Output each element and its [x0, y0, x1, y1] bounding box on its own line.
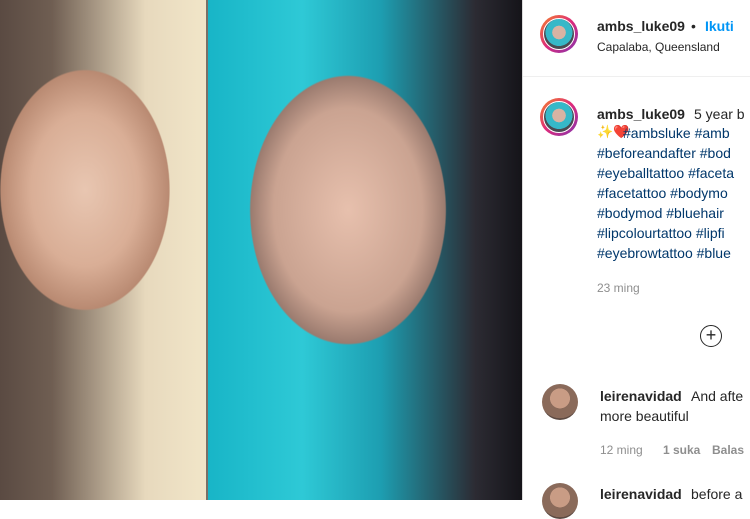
caption-time[interactable]: 23 ming: [597, 281, 640, 295]
caption-hashtags-line[interactable]: #beforeandafter #bod: [597, 145, 731, 161]
profile-avatar[interactable]: [540, 15, 578, 53]
caption-hashtags-line[interactable]: #bodymod #bluehair: [597, 205, 724, 221]
comment-text: And afte: [691, 388, 744, 404]
header-username[interactable]: ambs_luke09: [597, 18, 685, 34]
comment-text-cont: more beautiful: [600, 408, 689, 424]
after-photo: [208, 0, 522, 500]
post-header: ambs_luke09 • Ikuti Capalaba, Queensland: [523, 0, 750, 77]
reply-button[interactable]: Balas: [712, 443, 744, 457]
post-side-panel: ambs_luke09 • Ikuti Capalaba, Queensland…: [522, 0, 750, 519]
caption-hashtags-line[interactable]: #eyeballtattoo #faceta: [597, 165, 734, 181]
caption-hashtags-line[interactable]: #facetattoo #bodymo: [597, 185, 728, 201]
follow-button[interactable]: Ikuti: [705, 18, 734, 34]
plus-circle-icon[interactable]: +: [700, 325, 722, 347]
commenter-avatar[interactable]: [542, 483, 578, 519]
header-location[interactable]: Capalaba, Queensland: [597, 40, 720, 54]
caption-avatar[interactable]: [540, 98, 578, 136]
caption-text: 5 year b: [694, 106, 745, 122]
header-separator: •: [691, 18, 696, 34]
caption-hashtags-line[interactable]: #ambsluke #amb: [623, 125, 730, 141]
comment-time[interactable]: 12 ming: [600, 443, 643, 457]
comment-username[interactable]: leirenavidad: [600, 388, 682, 404]
caption-hashtags-line[interactable]: #lipcolourtattoo #lipfi: [597, 225, 725, 241]
before-photo: [0, 0, 208, 500]
caption-username[interactable]: ambs_luke09: [597, 106, 685, 122]
post-photo[interactable]: [0, 0, 522, 500]
caption-hashtags-line[interactable]: #eyebrowtattoo #blue: [597, 245, 731, 261]
comment-likes[interactable]: 1 suka: [663, 443, 700, 457]
commenter-avatar[interactable]: [542, 384, 578, 420]
